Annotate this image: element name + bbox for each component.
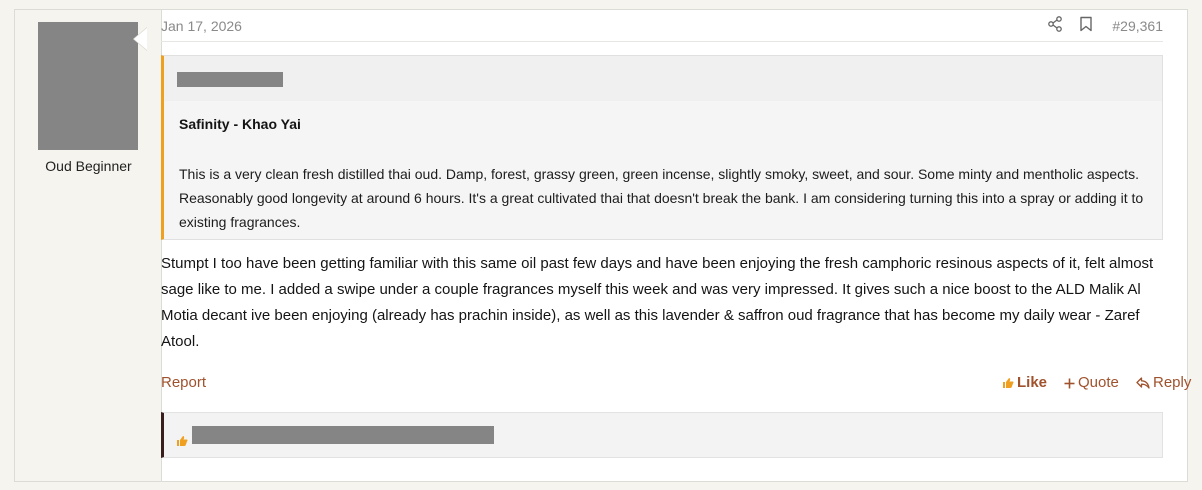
quote-author-redacted[interactable] [177,72,283,87]
username[interactable]: Oud Beginner [15,158,162,174]
bookmark-icon[interactable] [1079,16,1095,34]
plus-icon [1064,378,1075,389]
reply-button[interactable]: Reply [1136,374,1191,391]
share-icon[interactable] [1047,16,1065,34]
post-body: Stumpt I too have been getting familiar … [161,255,1154,350]
quote-label: Quote [1078,374,1119,391]
report-link[interactable]: Report [161,374,206,391]
like-label: Like [1017,374,1048,391]
reactions-bar[interactable] [161,412,1163,458]
avatar[interactable] [38,22,138,150]
thumbs-up-icon [177,436,188,446]
reactions-list-redacted[interactable] [192,426,494,444]
quote-header [164,56,1162,101]
quote-block: Safinity - Khao Yai This is a very clean… [161,55,1163,240]
post-date[interactable]: Jan 17, 2026 [161,18,242,34]
post-number[interactable]: #29,361 [1112,18,1163,34]
thumbs-up-icon [1003,378,1014,388]
quote-body: This is a very clean fresh distilled tha… [179,166,1144,230]
user-cell: Oud Beginner [15,10,162,481]
post-meta: Jan 17, 2026 #29,361 [161,15,1163,42]
like-button[interactable]: Like [1002,374,1047,391]
quote-title: Safinity - Khao Yai [179,116,301,132]
quote-button[interactable]: Quote [1064,374,1119,391]
user-arrow-inner [134,28,147,50]
reply-icon [1136,377,1150,389]
reply-label: Reply [1153,374,1192,391]
